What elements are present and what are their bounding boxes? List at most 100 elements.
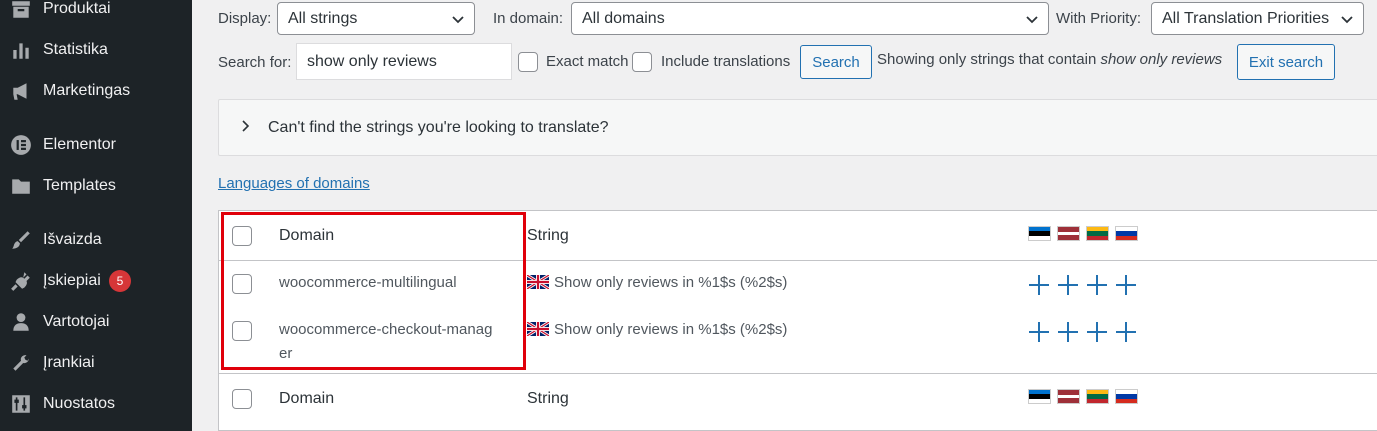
plugin-icon: [9, 269, 33, 293]
uk-flag-icon: [527, 275, 549, 289]
include-translations-label: Include translations: [661, 53, 791, 70]
russia-flag-icon: [1115, 389, 1138, 404]
add-translation-plus-icon[interactable]: [1087, 275, 1107, 295]
chevron-down-icon: [1339, 11, 1355, 27]
row-domain-wrap: er: [279, 345, 293, 362]
sidebar-item-label: Templates: [43, 177, 116, 194]
exact-match-checkbox[interactable]: [518, 52, 538, 72]
sidebar-item-templates[interactable]: Templates: [0, 171, 192, 201]
add-translation-plus-icon[interactable]: [1058, 322, 1078, 342]
domain-column-header[interactable]: Domain: [279, 227, 334, 245]
search-status-term: show only reviews: [1100, 51, 1223, 68]
cant-find-strings-text: Can't find the strings you're looking to…: [268, 119, 609, 136]
bar-chart-icon: [9, 38, 33, 62]
exit-search-button[interactable]: Exit search: [1237, 44, 1335, 80]
row-string: Show only reviews in %1$s (%2$s): [527, 274, 787, 291]
domain-column-footer[interactable]: Domain: [279, 390, 334, 408]
user-icon: [9, 310, 33, 334]
sidebar-item-marketingas[interactable]: Marketingas: [0, 76, 192, 106]
elementor-icon: [9, 133, 33, 157]
megaphone-icon: [9, 79, 33, 103]
sidebar-item-elementor[interactable]: Elementor: [0, 130, 192, 160]
sidebar-item-label: Statistika: [43, 41, 108, 58]
row-checkbox[interactable]: [232, 321, 252, 341]
search-status-text: Showing only strings that contain show o…: [877, 51, 1222, 68]
chevron-down-icon: [1024, 11, 1040, 27]
language-flags-footer: [1028, 389, 1138, 404]
add-translation-plus-icon[interactable]: [1058, 275, 1078, 295]
display-label: Display:: [218, 10, 272, 27]
string-column-footer[interactable]: String: [527, 390, 569, 408]
sidebar-item-label: Įrankiai: [43, 354, 95, 371]
row-domain: woocommerce-checkout-manag: [279, 321, 493, 338]
domain-select-value: All domains: [582, 9, 665, 27]
exact-match-label: Exact match: [546, 53, 629, 70]
lithuania-flag-icon: [1086, 389, 1109, 404]
string-column-header[interactable]: String: [527, 227, 569, 245]
row-domain: woocommerce-multilingual: [279, 274, 457, 291]
folder-icon: [9, 174, 33, 198]
chevron-right-icon: [239, 119, 253, 133]
strings-table: Domain String woocommerce-multilingual S…: [218, 210, 1377, 431]
uk-flag-icon: [527, 322, 549, 336]
add-translation-plus-icon[interactable]: [1029, 275, 1049, 295]
include-translations-checkbox[interactable]: [632, 52, 652, 72]
languages-of-domains-link[interactable]: Languages of domains: [218, 175, 370, 192]
language-flags-header: [1028, 226, 1138, 241]
admin-sidebar: Produktai Statistika Marketingas Element…: [0, 0, 192, 431]
chevron-down-icon: [450, 11, 466, 27]
header-divider: [219, 260, 1377, 261]
paintbrush-icon: [9, 228, 33, 252]
sidebar-item-nuostatos[interactable]: Nuostatos: [0, 389, 192, 419]
sidebar-item-label: Marketingas: [43, 82, 131, 99]
main-content: Display: All strings In domain: All doma…: [192, 0, 1377, 431]
row-checkbox[interactable]: [232, 274, 252, 294]
priority-select-value: All Translation Priorities: [1162, 9, 1330, 27]
update-count-badge: 5: [109, 270, 131, 292]
sidebar-item-statistika[interactable]: Statistika: [0, 35, 192, 65]
add-translation-plus-icon[interactable]: [1029, 322, 1049, 342]
add-translation-buttons: [1029, 322, 1136, 342]
search-button[interactable]: Search: [800, 45, 872, 79]
footer-divider: [219, 373, 1377, 374]
display-select-value: All strings: [288, 9, 358, 27]
estonia-flag-icon: [1028, 389, 1051, 404]
sidebar-item-label: Vartotojai: [43, 313, 110, 330]
sidebar-item-label: Išvaizda: [43, 231, 102, 248]
sidebar-item-iskiepiai[interactable]: Įskiepiai 5: [0, 266, 192, 296]
row-string-text: Show only reviews in %1$s (%2$s): [554, 321, 788, 338]
sidebar-item-label: Produktai: [43, 0, 111, 17]
add-translation-buttons: [1029, 275, 1136, 295]
estonia-flag-icon: [1028, 226, 1051, 241]
row-string: Show only reviews in %1$s (%2$s): [527, 321, 787, 338]
latvia-flag-icon: [1057, 389, 1080, 404]
domain-label: In domain:: [493, 10, 564, 27]
wrench-icon: [9, 351, 33, 375]
search-status-prefix: Showing only strings that contain: [877, 51, 1097, 68]
sidebar-item-irankiai[interactable]: Įrankiai: [0, 348, 192, 378]
archive-icon: [9, 0, 33, 21]
lithuania-flag-icon: [1086, 226, 1109, 241]
cant-find-strings-panel[interactable]: Can't find the strings you're looking to…: [218, 99, 1377, 156]
search-label: Search for:: [218, 54, 292, 71]
priority-select[interactable]: All Translation Priorities: [1151, 2, 1364, 35]
sidebar-item-vartotojai[interactable]: Vartotojai: [0, 307, 192, 337]
latvia-flag-icon: [1057, 226, 1080, 241]
select-all-checkbox-footer[interactable]: [232, 389, 252, 409]
russia-flag-icon: [1115, 226, 1138, 241]
row-string-text: Show only reviews in %1$s (%2$s): [554, 274, 788, 291]
add-translation-plus-icon[interactable]: [1087, 322, 1107, 342]
add-translation-plus-icon[interactable]: [1116, 322, 1136, 342]
sidebar-item-label: Nuostatos: [43, 395, 116, 412]
display-select[interactable]: All strings: [277, 2, 475, 35]
select-all-checkbox[interactable]: [232, 226, 252, 246]
search-input[interactable]: show only reviews: [296, 43, 512, 80]
domain-select[interactable]: All domains: [571, 2, 1049, 35]
priority-label: With Priority:: [1056, 10, 1142, 27]
sidebar-item-label: Elementor: [43, 136, 116, 153]
sidebar-item-label: Įskiepiai: [43, 272, 101, 289]
sidebar-item-produktai[interactable]: Produktai: [0, 0, 192, 24]
add-translation-plus-icon[interactable]: [1116, 275, 1136, 295]
sidebar-item-isvaizda[interactable]: Išvaizda: [0, 225, 192, 255]
settings-sliders-icon: [9, 392, 33, 416]
